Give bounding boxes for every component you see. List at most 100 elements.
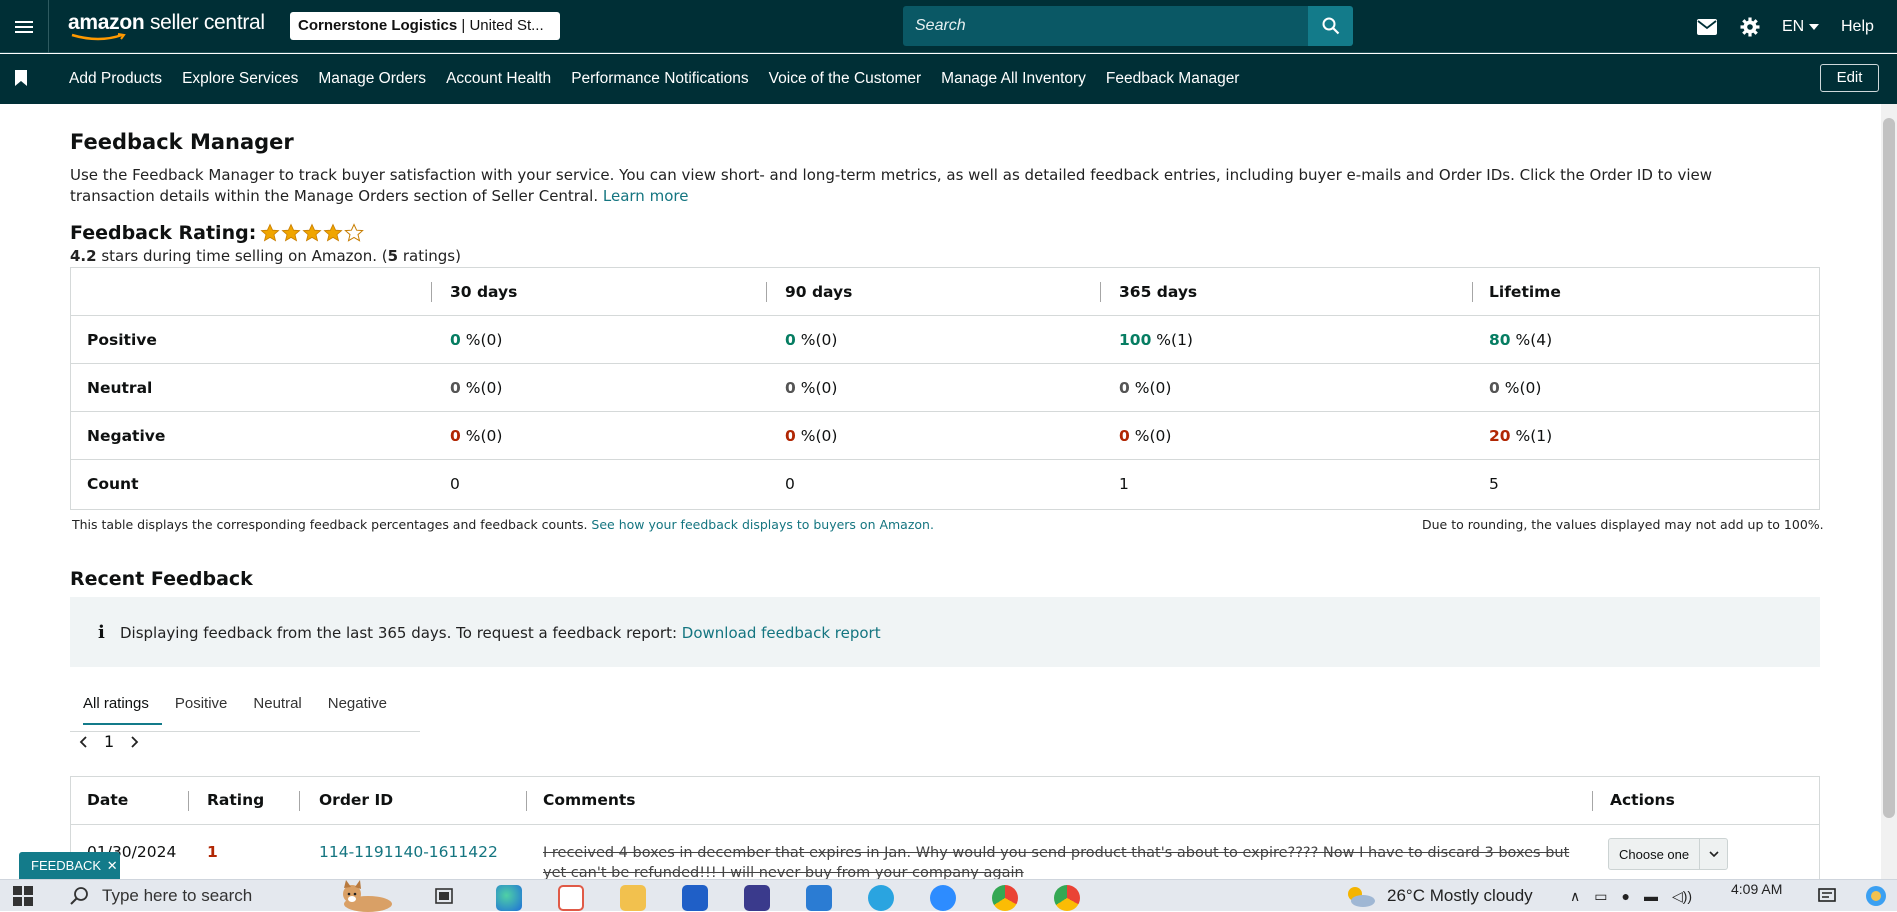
- table-row-negative: Negative 0 %(0) 0 %(0) 0 %(0) 20 %(1): [71, 412, 1819, 460]
- table-cell: 20 %(1): [1489, 427, 1553, 445]
- dog-widget-icon[interactable]: [328, 880, 400, 912]
- info-alert: i Displaying feedback from the last 365 …: [70, 597, 1820, 667]
- tab-positive[interactable]: Positive: [162, 688, 241, 731]
- table-cell: 0 %(0): [785, 427, 838, 445]
- cloud-icon: [1348, 887, 1375, 907]
- windows-taskbar: Type here to search 26°C Mostly cloudy ∧…: [0, 879, 1897, 912]
- column-header: Actions: [1610, 791, 1675, 809]
- mail-icon[interactable]: [1697, 0, 1717, 53]
- info-icon: i: [98, 622, 105, 643]
- close-icon[interactable]: ✕: [107, 858, 118, 873]
- taskbar-search[interactable]: Type here to search: [70, 880, 252, 912]
- scrollbar-thumb[interactable]: [1883, 118, 1895, 818]
- store-selector[interactable]: Cornerstone Logistics | United St...: [290, 12, 560, 40]
- column-header: Date: [87, 791, 129, 809]
- column-header: Rating: [207, 791, 265, 809]
- store-icon[interactable]: [682, 885, 708, 911]
- menu-icon[interactable]: [0, 0, 49, 53]
- feedback-comment: I received 4 boxes in december that expi…: [543, 845, 1570, 881]
- download-report-link[interactable]: Download feedback report: [682, 624, 881, 642]
- app-icon[interactable]: [744, 885, 770, 911]
- app-icon[interactable]: [558, 885, 584, 911]
- rounding-note: Due to rounding, the values displayed ma…: [1422, 517, 1824, 532]
- recent-feedback-title: Recent Feedback: [70, 568, 253, 590]
- volume-icon[interactable]: ◁)): [1672, 888, 1692, 905]
- nav-voice-of-the-customer[interactable]: Voice of the Customer: [769, 70, 922, 88]
- nav-account-health[interactable]: Account Health: [446, 70, 551, 88]
- tab-neutral[interactable]: Neutral: [240, 688, 314, 731]
- chevron-right-icon[interactable]: [128, 735, 140, 748]
- table-cell: 80 %(4): [1489, 331, 1553, 349]
- search-input[interactable]: Search: [903, 6, 1308, 46]
- table-cell: 0 %(0): [450, 331, 503, 349]
- star-icon: [260, 223, 280, 242]
- search-button[interactable]: [1308, 6, 1353, 46]
- mail-app-icon[interactable]: [806, 885, 832, 911]
- nav-explore-services[interactable]: Explore Services: [182, 70, 298, 88]
- nav-performance-notifications[interactable]: Performance Notifications: [571, 70, 748, 88]
- settings-gear-icon[interactable]: [1740, 0, 1760, 53]
- table-cell: 0 %(0): [1489, 379, 1542, 397]
- nav-manage-all-inventory[interactable]: Manage All Inventory: [941, 70, 1086, 88]
- microphone-icon[interactable]: ●: [1621, 888, 1629, 904]
- chevron-up-icon[interactable]: ∧: [1570, 888, 1580, 905]
- edge-browser-icon[interactable]: [496, 885, 522, 911]
- column-header: Comments: [543, 791, 636, 809]
- tab-negative[interactable]: Negative: [315, 688, 400, 731]
- weather-widget[interactable]: 26°C Mostly cloudy: [1343, 880, 1533, 912]
- nav-add-products[interactable]: Add Products: [69, 70, 162, 88]
- top-bar: amazon seller central Cornerstone Logist…: [0, 0, 1897, 53]
- buyer-display-link[interactable]: See how your feedback displays to buyers…: [591, 517, 934, 532]
- telegram-icon[interactable]: [868, 885, 894, 911]
- pagination: 1: [78, 732, 140, 751]
- star-rating: [260, 223, 365, 243]
- row-label: Neutral: [87, 379, 153, 397]
- info-text: Displaying feedback from the last 365 da…: [120, 624, 881, 642]
- row-label: Negative: [87, 427, 166, 445]
- language-selector[interactable]: EN: [1782, 0, 1820, 53]
- table-cell: 0 %(0): [1119, 427, 1172, 445]
- battery-icon[interactable]: ▬: [1644, 888, 1658, 904]
- clock[interactable]: 4:09 AM: [1731, 880, 1782, 912]
- notification-icon[interactable]: [1818, 880, 1836, 912]
- chrome-icon[interactable]: [992, 885, 1018, 911]
- seller-central-logo[interactable]: amazon seller central: [68, 11, 265, 35]
- feedback-widget-tab[interactable]: FEEDBACK ✕: [19, 852, 120, 879]
- chrome-icon[interactable]: [1054, 885, 1080, 911]
- page-number[interactable]: 1: [104, 732, 114, 751]
- rating-tabs: All ratings Positive Neutral Negative: [70, 688, 420, 732]
- meet-icon[interactable]: ▭: [1594, 888, 1607, 905]
- feedback-summary-table: 30 days 90 days 365 days Lifetime Positi…: [70, 267, 1820, 510]
- copilot-icon[interactable]: [1864, 880, 1888, 912]
- column-header: Lifetime: [1489, 283, 1561, 301]
- help-link[interactable]: Help: [1841, 0, 1874, 53]
- edit-nav-button[interactable]: Edit: [1820, 64, 1879, 92]
- zoom-icon[interactable]: [930, 885, 956, 911]
- learn-more-link[interactable]: Learn more: [603, 187, 689, 205]
- system-tray[interactable]: ∧ ▭ ● ▬ ◁)): [1570, 880, 1692, 912]
- chevron-left-icon[interactable]: [78, 735, 90, 748]
- bookmark-icon[interactable]: [14, 70, 28, 86]
- table-cell: 100 %(1): [1119, 331, 1193, 349]
- search-icon: [1322, 17, 1339, 35]
- feedback-rating-heading: Feedback Rating:: [70, 222, 365, 244]
- row-label: Positive: [87, 331, 157, 349]
- column-header: 90 days: [785, 283, 853, 301]
- table-footnote: This table displays the corresponding fe…: [72, 517, 934, 532]
- file-explorer-icon[interactable]: [620, 885, 646, 911]
- windows-start-icon[interactable]: [13, 880, 33, 912]
- order-id-link[interactable]: 114-1191140-1611422: [319, 843, 498, 861]
- task-view-icon[interactable]: [434, 880, 454, 912]
- table-row-neutral: Neutral 0 %(0) 0 %(0) 0 %(0) 0 %(0): [71, 364, 1819, 412]
- tab-all-ratings[interactable]: All ratings: [70, 688, 162, 731]
- chevron-down-icon[interactable]: [1699, 839, 1727, 869]
- actions-dropdown[interactable]: Choose one: [1608, 838, 1728, 870]
- nav-feedback-manager[interactable]: Feedback Manager: [1106, 70, 1240, 88]
- table-header-row: 30 days 90 days 365 days Lifetime: [71, 268, 1819, 316]
- star-outline-icon: [344, 223, 365, 242]
- page-title: Feedback Manager: [70, 130, 294, 154]
- nav-manage-orders[interactable]: Manage Orders: [318, 70, 426, 88]
- star-icon: [323, 223, 343, 242]
- table-header-row: Date Rating Order ID Comments Actions: [71, 777, 1819, 825]
- table-row-positive: Positive 0 %(0) 0 %(0) 100 %(1) 80 %(4): [71, 316, 1819, 364]
